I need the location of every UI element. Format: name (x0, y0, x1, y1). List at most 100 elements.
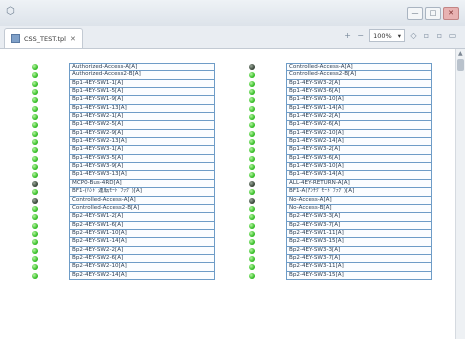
signal-label[interactable]: Controlled-Access2-B[A] (286, 71, 432, 80)
signal-label[interactable]: Bp1-4EY-SW3-2[A] (286, 79, 432, 89)
signal-label[interactable]: Bp2-4EY-SW1-14[A] (69, 238, 215, 247)
signal-label[interactable]: Bp2-4EY-SW1-11[A] (286, 229, 432, 239)
signal-label[interactable]: Controlled-Access2-B[A] (69, 204, 215, 214)
signal-label[interactable]: Bp1-4EY-SW3-10[A] (286, 96, 432, 105)
maximize-button[interactable]: □ (425, 7, 441, 20)
view-toolbar: + − 100% ▾ ◇ ▫ ▫ ▭ (343, 29, 457, 42)
signal-label[interactable]: Bp1-4EY-SW1-1[A] (69, 79, 215, 89)
status-led-icon (32, 72, 38, 79)
signal-label[interactable]: Bp1-4EY-SW3-2[A] (286, 146, 432, 155)
status-led-icon (32, 164, 38, 171)
signal-label[interactable]: Bp1-4EY-SW3-1[A] (69, 146, 215, 155)
status-led-icon (249, 239, 255, 246)
vertical-scrollbar[interactable]: ▲ (455, 49, 465, 339)
status-led-icon (32, 114, 38, 121)
signal-label[interactable]: Authorized-Access2-B[A] (69, 71, 215, 80)
status-led-icon (32, 180, 38, 187)
signal-label[interactable]: Bp2-4EY-SW2-6[A] (69, 254, 215, 264)
tab-close-icon[interactable]: ✕ (70, 35, 76, 43)
zoom-out-icon[interactable]: − (356, 31, 365, 40)
app-icon: ⬡ (6, 6, 15, 17)
signal-label[interactable]: Bp2-4EY-SW1-6[A] (69, 221, 215, 230)
signal-label[interactable]: Bp2-4EY-SW1-10[A] (69, 229, 215, 239)
signal-label[interactable]: Bp1-4EY-SW3-10[A] (286, 163, 432, 172)
signal-label[interactable]: Bp1-4EY-SW3-13[A] (69, 171, 215, 180)
signal-label[interactable]: No-Access-A[A] (286, 196, 432, 205)
signal-label[interactable]: Bp1-4EY-SW1-13[A] (69, 104, 215, 114)
signal-label[interactable]: Bp2-4EY-SW3-3[A] (286, 213, 432, 222)
signal-label[interactable]: Bp2-4EY-SW3-11[A] (286, 263, 432, 272)
signal-label[interactable]: Controlled-Access-A[A] (286, 63, 432, 72)
status-led-icon (249, 122, 255, 129)
window-controls: — □ ✕ (407, 7, 459, 20)
signal-label[interactable]: Bp1-4EY-SW1-9[A] (69, 96, 215, 105)
signal-label[interactable]: Bp1-4EY-SW1-14[A] (286, 104, 432, 114)
signal-label[interactable]: Bp2-4EY-SW2-10[A] (69, 263, 215, 272)
signal-label[interactable]: Bp1-4EY-SW2-6[A] (286, 121, 432, 130)
signal-label[interactable]: Bp2-4EY-SW3-15[A] (286, 271, 432, 280)
status-led-icon (249, 172, 255, 179)
status-led-icon (249, 255, 255, 262)
tool-icon-2[interactable]: ▫ (422, 31, 431, 40)
zoom-select[interactable]: 100% ▾ (369, 29, 405, 42)
signal-label[interactable]: Bp2-4EY-SW3-3[A] (286, 246, 432, 255)
signal-label[interactable]: Bp2-4EY-SW1-2[A] (69, 213, 215, 222)
signal-label[interactable]: No-Access-B[A] (286, 204, 432, 214)
status-led-icon (32, 255, 38, 262)
signal-label[interactable]: Bp1-4EY-SW3-14[A] (286, 171, 432, 180)
signal-label[interactable]: Bp1-4EY-SW2-13[A] (69, 138, 215, 147)
status-led-icon (32, 205, 38, 212)
signal-label[interactable]: Bp2-4EY-SW3-7[A] (286, 254, 432, 264)
signal-label[interactable]: Bp2-4EY-SW2-2[A] (69, 246, 215, 255)
tool-icon-1[interactable]: ◇ (409, 31, 418, 40)
signal-label[interactable]: Bp1-4EY-SW2-1[A] (69, 113, 215, 122)
status-led-icon (32, 105, 38, 112)
signal-label[interactable]: Bp1-4EY-SW3-9[A] (69, 163, 215, 172)
tab-css-test[interactable]: CSS_TEST.tpl ✕ (4, 28, 83, 48)
signal-label[interactable]: Bp1-4EY-SW3-5[A] (69, 154, 215, 164)
scroll-thumb[interactable] (457, 59, 464, 71)
status-led-icon (249, 155, 255, 162)
status-led-icon (249, 114, 255, 121)
signal-label[interactable]: Bp1-4EY-SW2-2[A] (286, 113, 432, 122)
status-led-icon (249, 72, 255, 79)
file-icon (11, 34, 20, 43)
signal-label[interactable]: Bp1-4EY-SW3-6[A] (286, 154, 432, 164)
signal-label[interactable]: Bp1-4EY-SW2-10[A] (286, 129, 432, 139)
chevron-down-icon: ▾ (397, 31, 401, 40)
signal-label[interactable]: BF1-(ﾊﾝﾄﾞ運転ﾓｰﾄﾞﾌﾗｸﾞ)[A] (69, 188, 215, 197)
signal-label[interactable]: Bp1-4EY-SW1-5[A] (69, 88, 215, 97)
status-led-icon (249, 205, 255, 212)
minimize-button[interactable]: — (407, 7, 423, 20)
signal-label[interactable]: Bp1-4EY-SW2-14[A] (286, 138, 432, 147)
signal-label[interactable]: MCP0-Bus-4RD[A] (69, 179, 215, 189)
signal-label[interactable]: Controlled-Access-A[A] (69, 196, 215, 205)
signal-label[interactable]: Authorized-Access-A[A] (69, 63, 215, 72)
tool-icon-3[interactable]: ▫ (435, 31, 444, 40)
scroll-up-icon[interactable]: ▲ (458, 50, 463, 57)
signal-label[interactable]: Bp1-4EY-SW2-9[A] (69, 129, 215, 139)
signal-label[interactable]: Bp1-4EY-SW3-6[A] (286, 88, 432, 97)
status-led-icon (32, 239, 38, 246)
status-led-icon (249, 272, 255, 279)
diagram-canvas: Authorized-Access-A[A] Authorized-Access2… (0, 49, 455, 339)
zoom-in-icon[interactable]: + (343, 31, 352, 40)
status-led-icon (32, 80, 38, 87)
signal-label[interactable]: Bp2-4EY-SW2-14[A] (69, 271, 215, 280)
signal-label[interactable]: Bp1-4EY-SW2-5[A] (69, 121, 215, 130)
signal-label[interactable]: BF1-A(ｱﾝﾁｸﾞﾓｰﾄﾞﾌﾗｸﾞ)[A] (286, 188, 432, 197)
status-led-icon (32, 130, 38, 137)
status-led-icon (249, 147, 255, 154)
signal-label[interactable]: ALL-4EY-RETURN-A[A] (286, 179, 432, 189)
tool-icon-4[interactable]: ▭ (448, 31, 457, 40)
signal-label[interactable]: Bp2-4EY-SW3-7[A] (286, 221, 432, 230)
status-led-icon (249, 264, 255, 271)
status-led-icon (249, 105, 255, 112)
status-led-icon (32, 214, 38, 221)
signal-label[interactable]: Bp2-4EY-SW3-15[A] (286, 238, 432, 247)
status-led-icon (249, 89, 255, 96)
status-led-icon (32, 89, 38, 96)
status-led-icon (32, 122, 38, 129)
close-window-button[interactable]: ✕ (443, 7, 459, 20)
status-led-icon (249, 197, 255, 204)
